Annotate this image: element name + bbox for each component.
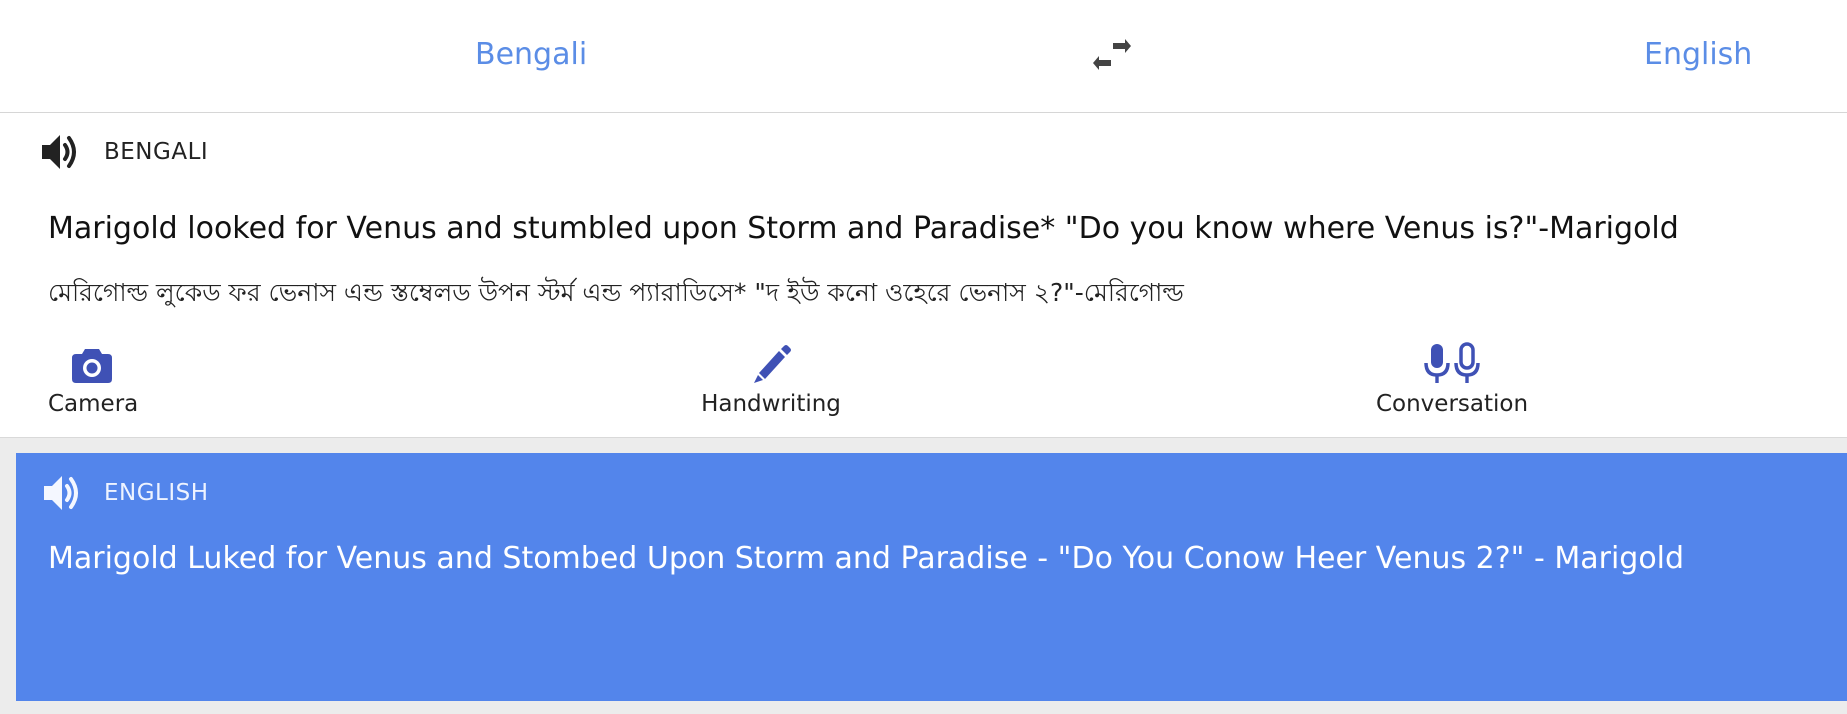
translation-result-card[interactable]: ENGLISH Marigold Luked for Venus and Sto… [16,453,1847,701]
camera-label: Camera [48,391,139,417]
source-text[interactable]: Marigold looked for Venus and stumbled u… [48,209,1679,249]
speaker-icon [42,135,76,169]
source-listen-button[interactable] [38,130,82,174]
result-language-label: ENGLISH [104,480,209,506]
camera-icon [72,349,112,383]
result-listen-button[interactable] [40,471,84,515]
source-language-button[interactable]: Bengali [475,36,587,74]
handwriting-label: Handwriting [701,391,841,417]
source-input-card: BENGALI Marigold looked for Venus and st… [0,113,1847,438]
swap-languages-button[interactable] [1091,36,1133,74]
language-bar: Bengali English [0,0,1847,113]
conversation-button[interactable]: Conversation [1372,341,1532,419]
camera-button[interactable]: Camera [48,341,139,419]
microphones-icon [1424,342,1480,383]
source-transliteration: মেরিগোল্ড লুকেড ফর ভেনাস এন্ড স্তম্বেলড … [48,278,1184,307]
target-language-button[interactable]: English [1644,36,1752,74]
handwriting-button[interactable]: Handwriting [698,341,844,419]
speaker-icon [44,476,78,510]
translated-text: Marigold Luked for Venus and Stombed Upo… [48,541,1685,576]
swap-arrows-icon [1093,39,1131,70]
pen-icon [754,345,791,383]
conversation-label: Conversation [1375,391,1529,417]
source-language-label: BENGALI [104,139,209,165]
